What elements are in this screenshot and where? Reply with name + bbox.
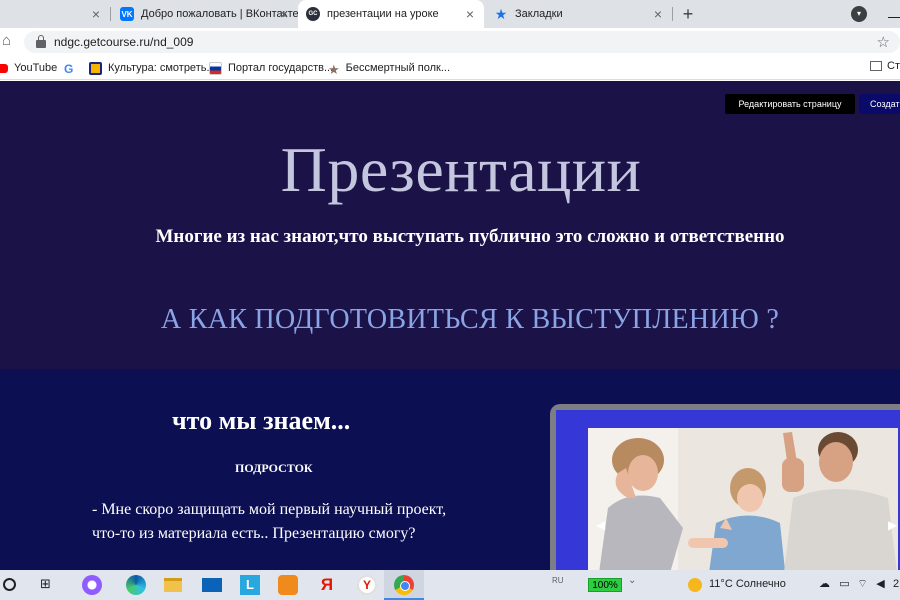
tab-presentations[interactable]: GC презентации на уроке × (298, 0, 484, 28)
yandex-browser-icon[interactable]: Y (357, 575, 377, 595)
address-bar[interactable]: ndgc.getcourse.ru/nd_009 ☆ (24, 31, 900, 53)
close-icon[interactable]: × (462, 6, 478, 22)
kultura-icon (89, 61, 102, 75)
sun-icon[interactable] (688, 578, 702, 592)
slider-next-arrow[interactable]: ▶ (888, 518, 897, 532)
address-row: ⌂ ndgc.getcourse.ru/nd_009 ☆ (0, 28, 900, 56)
section-label: ПОДРОСТОК (235, 461, 313, 475)
section-text: - Мне скоро защищать мой первый научный … (92, 501, 447, 542)
page-title: Презентации (280, 134, 642, 205)
bookmarks-bar: YouTube G Культура: смотреть... Портал г… (0, 56, 900, 80)
tab-search-icon[interactable]: ▾ (851, 6, 867, 22)
vk-icon: VK (120, 7, 134, 21)
bookmark-label: YouTube (14, 62, 58, 74)
minimize-icon[interactable] (888, 4, 900, 18)
tab-title: презентации на уроке (327, 8, 439, 20)
mail-icon[interactable] (202, 578, 222, 592)
edit-page-button[interactable]: Редактировать страницу (725, 94, 855, 114)
gosuslugi-icon (209, 61, 222, 75)
zoom-level-badge[interactable]: 100% (588, 578, 622, 592)
file-explorer-icon[interactable] (164, 578, 182, 592)
cloud-icon[interactable]: ☁ (818, 578, 831, 591)
bookmark-label: Культура: смотреть... (108, 62, 216, 74)
bookmark-star-icon[interactable]: ☆ (877, 33, 890, 51)
chevron-down-icon[interactable]: ⌄ (628, 575, 636, 586)
bookmark-youtube[interactable]: YouTube (0, 60, 57, 76)
tab-title: Закладки (515, 8, 563, 20)
bookmark-bessmertny-polk[interactable]: ★ Бессмертный полк... (328, 60, 451, 77)
bookmark-label: Бессмертный полк... (345, 62, 451, 74)
lock-icon (36, 35, 46, 49)
folder-icon (870, 61, 883, 71)
what-we-know-section: что мы знаем... ПОДРОСТОК - Мне скоро за… (0, 369, 900, 570)
other-bookmarks[interactable]: Ст (870, 60, 900, 72)
youtube-icon (0, 63, 8, 73)
cortana-icon[interactable] (3, 578, 16, 591)
screen: × VK Добро пожаловать | ВКонтакте × GC п… (0, 0, 900, 600)
tab-vk[interactable]: VK Добро пожаловать | ВКонтакте × (112, 0, 298, 28)
image-slider: ◀ ▶ (556, 410, 900, 570)
create-button[interactable]: Создат (859, 94, 900, 114)
chrome-icon[interactable] (394, 575, 414, 595)
laptop-frame: ◀ ▶ (550, 404, 900, 570)
new-tab-button[interactable]: + (678, 4, 698, 24)
url-text[interactable]: ndgc.getcourse.ru/nd_009 (54, 35, 193, 49)
section-title: что мы знаем... (172, 406, 351, 435)
tab-bookmarks[interactable]: ★ Закладки × (486, 0, 672, 28)
game-icon[interactable] (278, 575, 298, 595)
bookmark-google[interactable]: G (64, 60, 79, 76)
tab-title: Добро пожаловать | ВКонтакте (141, 8, 298, 20)
tab-separator (672, 7, 673, 21)
task-view-icon[interactable]: ⊞ (40, 577, 54, 591)
google-icon: G (64, 61, 74, 76)
alice-icon[interactable] (82, 575, 102, 595)
home-icon[interactable]: ⌂ (2, 33, 18, 49)
language-indicator[interactable]: RU (552, 576, 564, 585)
bookmark-kultura[interactable]: Культура: смотреть... (89, 60, 216, 76)
family-photo (588, 428, 898, 570)
hero-subtitle: Многие из нас знают,что выступать публич… (155, 226, 785, 247)
bookmark-gosuslugi[interactable]: Портал государств... (209, 60, 333, 76)
tab-previous[interactable]: × (0, 0, 110, 28)
star-icon: ★ (494, 5, 508, 22)
taskbar: ⊞ L Я Y RU 100% ⌄ 11°C Солнечно ☁ ▭ ⌔ ◀ … (0, 570, 900, 600)
bessmertny-polk-icon: ★ (328, 61, 340, 77)
other-bookmarks-label: Ст (887, 60, 900, 72)
volume-icon[interactable]: ◀ (874, 578, 887, 591)
getcourse-icon: GC (306, 7, 320, 21)
yandex-icon[interactable]: Я (317, 575, 337, 595)
weather-text[interactable]: 11°C Солнечно (709, 578, 786, 590)
slider-prev-arrow[interactable]: ◀ (596, 518, 605, 532)
edge-icon[interactable] (126, 575, 146, 595)
bookmark-label: Портал государств... (228, 62, 334, 74)
close-icon[interactable]: × (88, 6, 104, 22)
clock[interactable]: 2 (893, 578, 899, 590)
tab-separator (110, 7, 111, 21)
l-app-icon[interactable]: L (240, 575, 260, 595)
close-icon[interactable]: × (276, 6, 292, 22)
page-content: Редактировать страницу Создат Презентаци… (0, 81, 900, 570)
battery-icon[interactable]: ▭ (838, 578, 851, 591)
hero-section: Редактировать страницу Создат Презентаци… (0, 81, 900, 369)
wifi-icon[interactable]: ⌔ (856, 578, 869, 591)
close-icon[interactable]: × (650, 6, 666, 22)
hero-question: А КАК ПОДГОТОВИТЬСЯ К ВЫСТУПЛЕНИЮ ? (160, 304, 780, 335)
tab-strip: × VK Добро пожаловать | ВКонтакте × GC п… (0, 0, 900, 28)
